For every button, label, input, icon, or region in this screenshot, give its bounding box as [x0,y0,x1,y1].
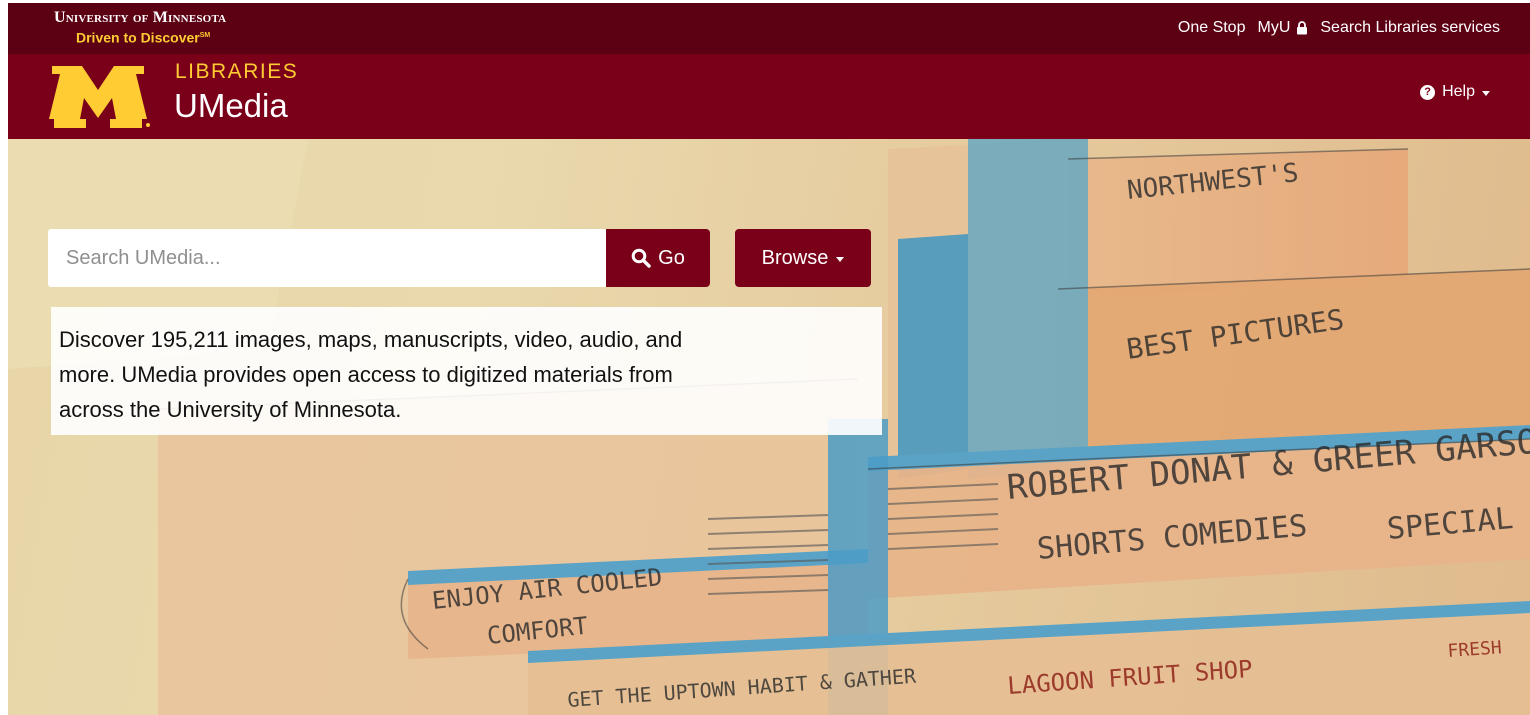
myu-link[interactable]: MyU [1257,19,1308,37]
tagline-text: Driven to Discover [76,29,200,46]
umn-wordmark[interactable]: University of Minnesota Driven to Discov… [54,9,226,46]
search-input[interactable] [48,229,606,287]
help-menu[interactable]: ? Help [1420,83,1490,101]
chevron-down-icon [1482,90,1490,96]
university-name: University of Minnesota [54,9,227,26]
libraries-header: LIBRARIES UMedia ? Help [8,54,1530,139]
libraries-subtitle: LIBRARIES [175,60,299,83]
lock-icon [1297,21,1308,35]
university-tagline: Driven to DiscoverSM [76,28,226,46]
intro-panel: Discover 195,211 images, maps, manuscrip… [51,307,882,435]
utility-links: One Stop MyU Search Libraries services [1166,19,1500,37]
help-label: Help [1442,83,1475,100]
chevron-down-icon [836,256,845,262]
sign-fresh: FRESH [1447,637,1503,662]
search-group: Go Browse [48,229,871,287]
search-icon [631,248,651,268]
one-stop-label: One Stop [1177,19,1246,36]
intro-line-1: Discover 195,211 images, maps, manuscrip… [59,327,683,352]
go-label: Go [658,246,685,269]
search-libraries-services-link[interactable]: Search Libraries services [1320,19,1500,37]
university-utility-bar: University of Minnesota Driven to Discov… [8,3,1530,54]
go-button[interactable]: Go [606,229,710,287]
intro-line-3: across the University of Minnesota. [59,397,402,422]
myu-label: MyU [1257,19,1291,36]
site-title[interactable]: UMedia [174,87,288,125]
hero-banner: NORTHWEST'S BEST PICTURES ROBERT DONAT &… [8,139,1530,715]
question-circle-icon: ? [1420,84,1436,100]
one-stop-link[interactable]: One Stop [1178,19,1246,37]
browse-label: Browse [761,246,829,269]
search-libraries-label: Search Libraries services [1320,19,1500,36]
page: University of Minnesota Driven to Discov… [0,0,1530,715]
block-m-logo[interactable] [46,66,150,128]
service-mark: SM [199,32,211,39]
intro-line-2: more. UMedia provides open access to dig… [59,362,673,387]
browse-button[interactable]: Browse [735,229,871,287]
